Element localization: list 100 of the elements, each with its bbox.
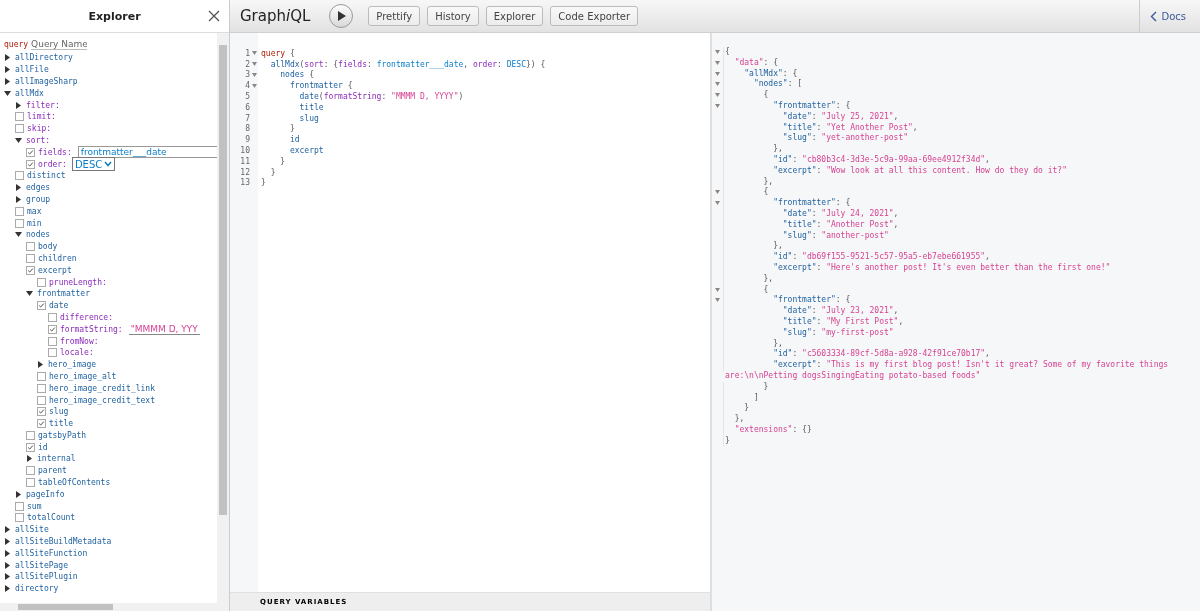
query-name-field[interactable]: Query Name (31, 38, 88, 50)
checkbox[interactable] (26, 430, 35, 440)
caret-right-icon[interactable] (15, 101, 22, 109)
checkbox[interactable] (15, 513, 24, 523)
field-label[interactable]: title (49, 419, 74, 429)
checkbox[interactable] (37, 395, 46, 405)
docs-button[interactable]: Docs (1139, 0, 1200, 32)
fold-icon[interactable] (252, 73, 257, 77)
fold-icon[interactable] (715, 50, 720, 54)
field-label[interactable]: totalCount (27, 513, 76, 523)
field-label[interactable]: body (38, 242, 58, 252)
checkbox[interactable] (15, 112, 24, 122)
scrollbar[interactable] (0, 603, 229, 611)
caret-right-icon[interactable] (4, 561, 11, 569)
field-label[interactable]: filter: (26, 100, 60, 110)
field-label[interactable]: allFile (15, 65, 49, 75)
field-label[interactable]: group (26, 194, 51, 204)
value-field[interactable]: "MMMM D, YYY (128, 323, 200, 335)
fold-icon[interactable] (252, 51, 257, 56)
field-label[interactable]: skip: (27, 124, 52, 134)
field-label[interactable]: sum (27, 501, 42, 511)
field-label[interactable]: hero_image (48, 360, 97, 370)
fold-icon[interactable] (715, 82, 720, 87)
checkbox[interactable] (15, 501, 24, 511)
checkbox[interactable] (26, 265, 35, 275)
caret-down-icon[interactable] (4, 89, 11, 97)
caret-right-icon[interactable] (4, 78, 11, 85)
field-label[interactable]: hero_image_credit_text (49, 395, 155, 405)
checkbox[interactable] (26, 159, 35, 169)
caret-right-icon[interactable] (15, 184, 22, 192)
field-label[interactable]: locale: (60, 348, 94, 358)
checkbox[interactable] (26, 147, 35, 157)
checkbox[interactable] (15, 171, 24, 181)
field-label[interactable]: sort: (26, 135, 51, 145)
field-label[interactable]: formatString: (60, 324, 123, 334)
fold-icon[interactable] (715, 104, 720, 108)
checkbox[interactable] (37, 383, 46, 393)
toolbar-button[interactable]: History (427, 6, 479, 26)
run-button[interactable] (329, 4, 354, 28)
field-label[interactable]: allSite (15, 525, 49, 535)
field-label[interactable]: slug (49, 407, 69, 417)
checkbox[interactable] (37, 419, 46, 429)
field-label[interactable]: order: (38, 159, 67, 169)
checkbox[interactable] (48, 336, 57, 346)
caret-down-icon[interactable] (15, 231, 22, 239)
checkbox[interactable] (37, 277, 46, 287)
field-label[interactable]: gatsbyPath (38, 430, 87, 440)
checkbox[interactable] (37, 301, 46, 311)
fold-icon[interactable] (715, 93, 720, 98)
fold-icon[interactable] (715, 190, 720, 195)
fold-icon[interactable] (715, 60, 720, 65)
caret-right-icon[interactable] (4, 573, 11, 581)
field-label[interactable]: date (49, 301, 69, 311)
order-select[interactable]: DESC (71, 157, 116, 172)
caret-down-icon[interactable] (15, 136, 22, 144)
caret-right-icon[interactable] (4, 585, 11, 593)
checkbox[interactable] (48, 324, 57, 334)
field-label[interactable]: hero_image_alt (49, 371, 117, 381)
checkbox[interactable] (26, 466, 35, 476)
caret-right-icon[interactable] (37, 361, 44, 369)
fold-icon[interactable] (715, 201, 720, 206)
caret-right-icon[interactable] (4, 526, 11, 534)
caret-right-icon[interactable] (4, 549, 11, 557)
field-label[interactable]: parent (38, 466, 67, 476)
field-label[interactable]: nodes (26, 230, 51, 240)
field-label[interactable]: allSitePlugin (15, 572, 78, 582)
field-label[interactable]: directory (15, 584, 59, 594)
checkbox[interactable] (48, 312, 57, 322)
checkbox[interactable] (26, 242, 35, 252)
caret-right-icon[interactable] (15, 490, 22, 498)
field-label[interactable]: fields: (38, 147, 72, 157)
field-label[interactable]: children (38, 253, 77, 263)
field-label[interactable]: excerpt (38, 265, 72, 275)
field-label[interactable]: id (38, 442, 48, 452)
field-label[interactable]: max (27, 206, 42, 216)
field-label[interactable]: allSiteFunction (15, 548, 88, 558)
field-label[interactable]: frontmatter (37, 289, 90, 299)
field-label[interactable]: allMdx (15, 88, 44, 98)
caret-right-icon[interactable] (4, 66, 11, 74)
fold-icon[interactable] (252, 83, 257, 88)
checkbox[interactable] (26, 253, 35, 263)
checkbox[interactable] (26, 442, 35, 452)
field-label[interactable]: allImageSharp (15, 77, 78, 86)
caret-right-icon[interactable] (15, 195, 22, 203)
field-label[interactable]: fromNow: (60, 336, 99, 346)
field-label[interactable]: allSiteBuildMetadata (15, 537, 112, 547)
checkbox[interactable] (15, 218, 24, 228)
value-field[interactable]: frontmatter___date (77, 146, 217, 159)
caret-down-icon[interactable] (26, 290, 33, 298)
field-label[interactable]: hero_image_credit_link (49, 383, 155, 393)
fold-icon[interactable] (715, 287, 720, 292)
field-label[interactable]: allDirectory (15, 53, 73, 63)
field-label[interactable]: distinct (27, 171, 66, 181)
field-label[interactable]: tableOfContents (38, 478, 111, 488)
field-label[interactable]: difference: (60, 312, 113, 322)
checkbox[interactable] (37, 407, 46, 417)
checkbox[interactable] (48, 348, 57, 358)
checkbox[interactable] (26, 478, 35, 488)
field-label[interactable]: limit: (27, 112, 56, 122)
toolbar-button[interactable]: Code Exporter (550, 6, 639, 26)
